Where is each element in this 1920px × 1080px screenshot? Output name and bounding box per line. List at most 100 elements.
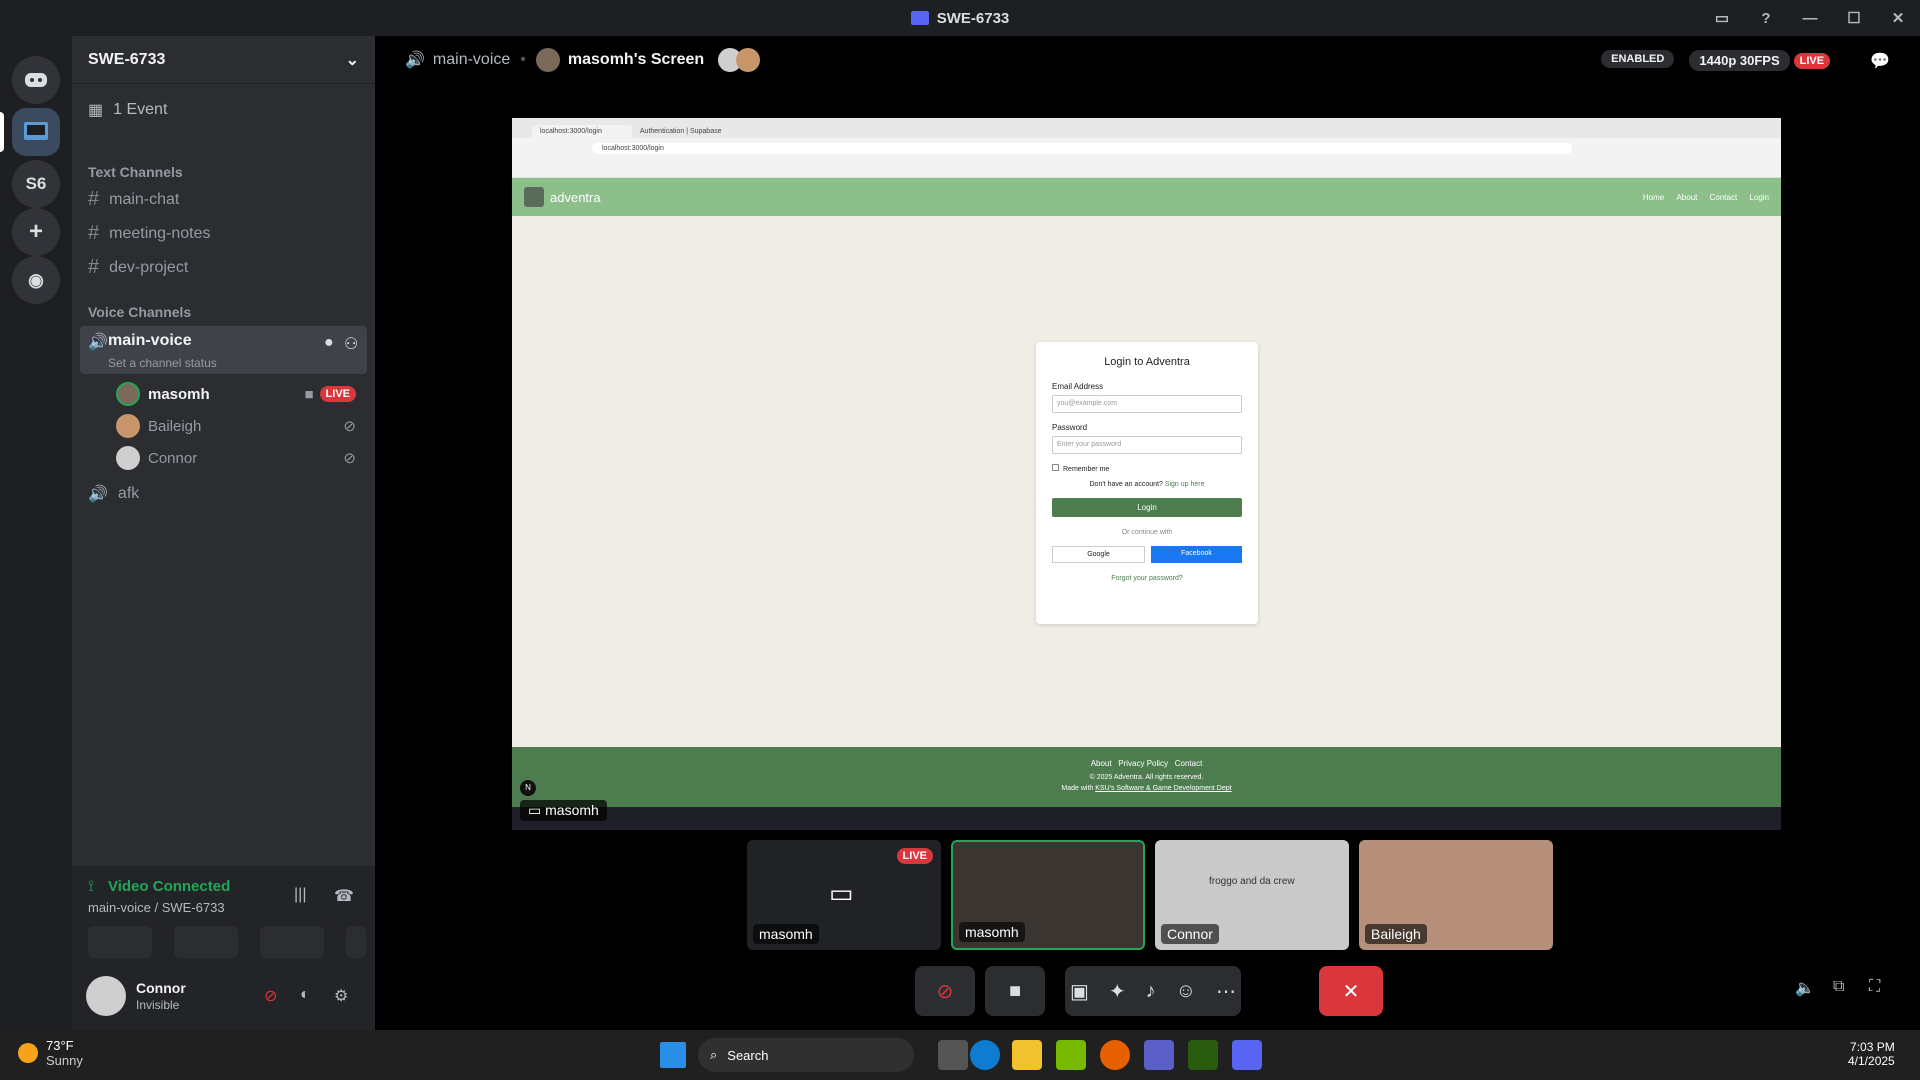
- nav-home[interactable]: Home: [1643, 193, 1664, 202]
- nav-contact[interactable]: Contact: [1710, 193, 1738, 202]
- voice-channel-main-voice[interactable]: 🔊 main-voice Set a channel status ● ⚇: [80, 326, 367, 374]
- file-explorer-icon[interactable]: [1012, 1040, 1042, 1070]
- tile-name: Baileigh: [1365, 924, 1427, 944]
- channel-main-chat[interactable]: # main-chat: [88, 188, 179, 211]
- task-view-icon[interactable]: [938, 1040, 968, 1070]
- minimize-button[interactable]: —: [1788, 10, 1832, 27]
- discord-icon[interactable]: [1232, 1040, 1262, 1070]
- soundboard-button[interactable]: [346, 926, 366, 958]
- tile-baileigh[interactable]: Baileigh: [1359, 840, 1553, 950]
- more-icon[interactable]: ⋯: [1216, 979, 1236, 1004]
- member-masomh[interactable]: masomh ■ LIVE: [116, 382, 356, 406]
- chat-bubble-icon[interactable]: ●: [324, 334, 334, 352]
- chat-icon[interactable]: 💬: [1870, 51, 1890, 71]
- footer-contact[interactable]: Contact: [1175, 759, 1203, 768]
- weather-widget[interactable]: 73°F Sunny: [18, 1038, 83, 1068]
- server-icon-s6[interactable]: S6: [12, 160, 60, 208]
- signup-link[interactable]: Sign up here: [1165, 481, 1205, 488]
- inbox-icon[interactable]: ▭: [1700, 9, 1744, 27]
- user-name[interactable]: Connor: [136, 980, 186, 996]
- channel-status[interactable]: Set a channel status: [108, 356, 217, 370]
- leave-call-button[interactable]: ✕: [1319, 966, 1383, 1016]
- channel-dev-project[interactable]: # dev-project: [88, 256, 188, 279]
- close-button[interactable]: ✕: [1876, 9, 1920, 27]
- shared-screen[interactable]: localhost:3000/login Authentication | Su…: [512, 118, 1781, 830]
- remember-checkbox[interactable]: [1052, 464, 1059, 471]
- browser-chrome: localhost:3000/login Authentication | Su…: [512, 118, 1781, 178]
- browser-tab[interactable]: Authentication | Supabase: [632, 125, 752, 138]
- voice-channels-category[interactable]: Voice Channels: [88, 304, 191, 320]
- mute-button[interactable]: ⊘: [915, 966, 975, 1016]
- member-connor[interactable]: Connor ⊘: [116, 446, 356, 470]
- guild-name: SWE-6733: [88, 50, 166, 68]
- discord-home-icon[interactable]: [12, 56, 60, 104]
- volume-icon[interactable]: 🔈: [1795, 978, 1815, 998]
- clock[interactable]: 7:03 PM 4/1/2025: [1848, 1040, 1895, 1068]
- nvidia-icon[interactable]: [1056, 1040, 1086, 1070]
- tile-connor[interactable]: froggo and da crew Connor: [1155, 840, 1349, 950]
- tile-masomh-stream[interactable]: LIVE ▭ masomh: [747, 840, 941, 950]
- voice-panel: Video Connected ⟟ main-voice / SWE-6733 …: [72, 866, 375, 1030]
- remember-label: Remember me: [1063, 466, 1110, 473]
- add-server-icon[interactable]: +: [12, 208, 60, 256]
- nav-login[interactable]: Login: [1749, 193, 1769, 202]
- teams-icon[interactable]: [1144, 1040, 1174, 1070]
- voice-location[interactable]: main-voice / SWE-6733: [88, 900, 225, 915]
- taskbar-search[interactable]: ⌕ Search: [698, 1038, 914, 1072]
- member-baileigh[interactable]: Baileigh ⊘: [116, 414, 356, 438]
- noise-suppression-icon[interactable]: |||: [294, 886, 306, 904]
- tile-masomh-camera[interactable]: masomh: [951, 840, 1145, 950]
- connection-status[interactable]: Video Connected: [108, 878, 230, 895]
- channel-meeting-notes[interactable]: # meeting-notes: [88, 222, 211, 245]
- emoji-icon[interactable]: ☺: [1176, 980, 1196, 1003]
- tile-name: Connor: [1161, 924, 1219, 944]
- server-icon-swe-6733[interactable]: [12, 108, 60, 156]
- text-channels-category[interactable]: Text Channels: [88, 164, 183, 180]
- share-screen-icon[interactable]: ▣: [1070, 979, 1089, 1004]
- edge-icon[interactable]: [970, 1040, 1000, 1070]
- mic-muted-icon[interactable]: ⊘: [264, 986, 277, 1006]
- headphones-icon[interactable]: ◐: [300, 986, 310, 1004]
- fullscreen-icon[interactable]: ⛶: [1869, 978, 1880, 996]
- discover-icon[interactable]: ◉: [12, 256, 60, 304]
- share-screen-button[interactable]: [174, 926, 238, 958]
- nvidia-app-icon[interactable]: [1188, 1040, 1218, 1070]
- start-button[interactable]: [660, 1042, 686, 1068]
- search-label: Search: [727, 1047, 769, 1063]
- chevron-down-icon: ⌄: [345, 51, 359, 69]
- activity-controls[interactable]: ▣ ✦ ♪ ☺ ⋯: [1065, 966, 1241, 1016]
- forgot-password-link[interactable]: Forgot your password?: [1052, 575, 1242, 582]
- stream-quality[interactable]: 1440p 30FPS: [1689, 50, 1790, 71]
- google-button[interactable]: Google: [1052, 546, 1145, 563]
- footer-about[interactable]: About: [1091, 759, 1112, 768]
- activities-icon[interactable]: ✦: [1109, 979, 1126, 1004]
- settings-gear-icon[interactable]: ⚙: [334, 986, 348, 1006]
- firefox-icon[interactable]: [1100, 1040, 1130, 1070]
- browser-tab[interactable]: localhost:3000/login: [532, 125, 632, 138]
- voice-channel-afk[interactable]: 🔊 afk: [88, 484, 139, 504]
- soundboard-icon[interactable]: ♪: [1146, 980, 1156, 1003]
- nav-about[interactable]: About: [1676, 193, 1697, 202]
- login-button[interactable]: Login: [1052, 498, 1242, 517]
- made-by[interactable]: KSU's Software & Game Development Dept: [1095, 785, 1231, 792]
- header-channel: main-voice: [432, 51, 511, 68]
- guild-header[interactable]: SWE-6733 ⌄: [72, 36, 375, 84]
- enabled-badge[interactable]: ENABLED: [1601, 50, 1675, 68]
- events-link[interactable]: ▦ 1 Event: [88, 100, 167, 120]
- maximize-button[interactable]: ☐: [1832, 9, 1876, 27]
- footer-privacy[interactable]: Privacy Policy: [1118, 759, 1168, 768]
- camera-button[interactable]: ■: [985, 966, 1045, 1016]
- disconnect-icon[interactable]: ☎: [334, 886, 354, 906]
- popout-icon[interactable]: ⧉: [1833, 978, 1844, 996]
- help-icon[interactable]: ?: [1744, 10, 1788, 27]
- user-avatar[interactable]: [86, 976, 126, 1016]
- facebook-button[interactable]: Facebook: [1151, 546, 1242, 563]
- password-field[interactable]: Enter your password: [1052, 436, 1242, 454]
- activities-button[interactable]: [260, 926, 324, 958]
- screen-icon: ▭: [528, 802, 546, 818]
- viewer-avatar[interactable]: [736, 48, 761, 72]
- invite-people-icon[interactable]: ⚇: [344, 334, 358, 354]
- camera-off-button[interactable]: [88, 926, 152, 958]
- email-field[interactable]: you@example.com: [1052, 395, 1242, 413]
- address-bar[interactable]: localhost:3000/login: [592, 142, 1572, 154]
